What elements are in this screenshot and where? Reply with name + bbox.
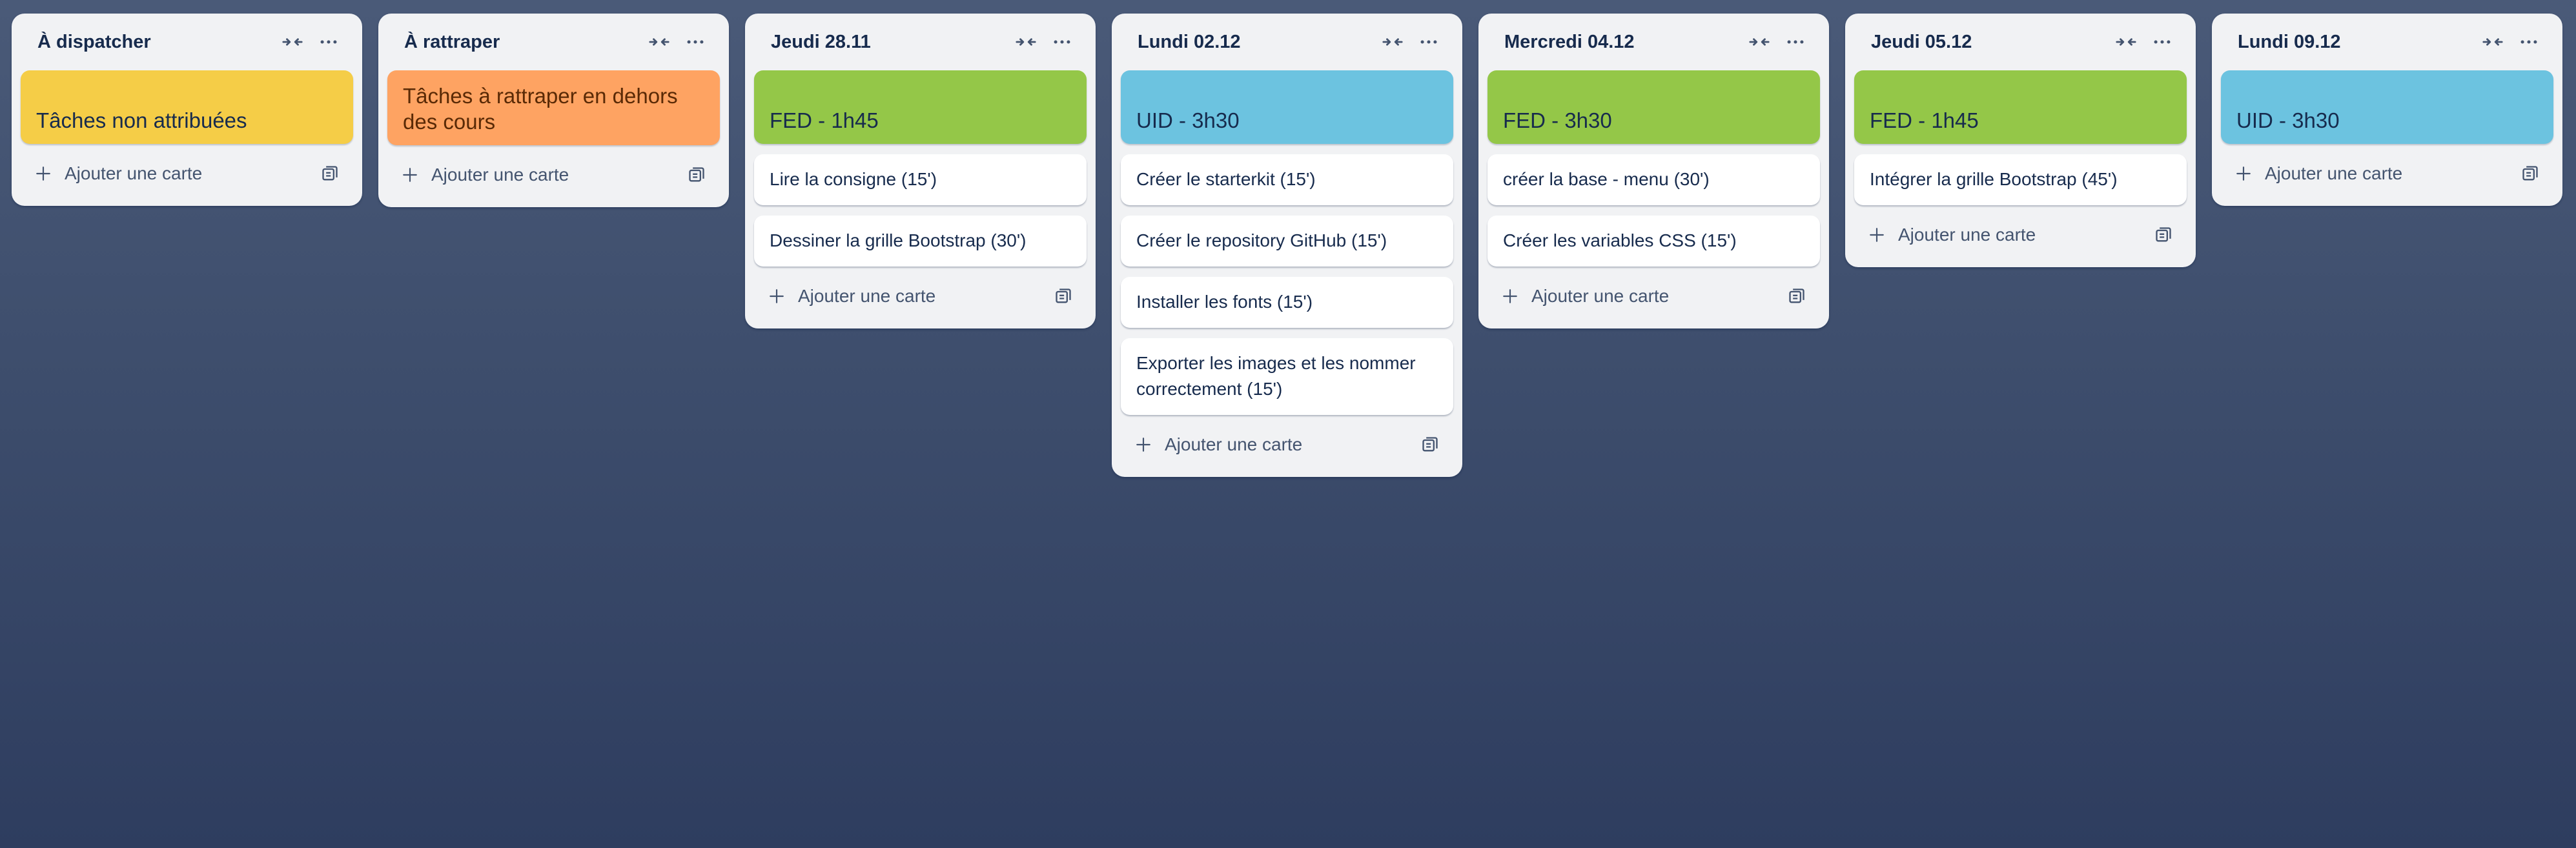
list-header[interactable]: Jeudi 05.12 (1854, 14, 2187, 70)
card-template-icon[interactable] (314, 158, 345, 189)
cover-card-title: FED - 1h45 (770, 108, 879, 132)
plus-icon (1500, 287, 1520, 306)
plus-icon (2234, 164, 2253, 183)
cover-card[interactable]: FED - 1h45 (754, 70, 1087, 144)
card-template-icon[interactable] (2515, 158, 2546, 189)
plus-icon (34, 164, 53, 183)
cover-card-title: UID - 3h30 (1136, 108, 1240, 132)
list-header[interactable]: Lundi 09.12 (2221, 14, 2553, 70)
add-card-label: Ajouter une carte (65, 163, 203, 183)
list-a-rattraper: À rattraper Tâches à rattraper en dehors… (378, 14, 729, 207)
plus-icon (1134, 435, 1153, 454)
card[interactable]: Créer le repository GitHub (15') (1121, 216, 1453, 267)
cover-card[interactable]: Tâches non attribuées (21, 70, 353, 144)
cover-card-title: Tâches à rattraper en dehors des cours (403, 84, 678, 134)
card[interactable]: créer la base - menu (30') (1487, 154, 1820, 205)
add-card-label: Ajouter une carte (1898, 225, 2036, 245)
list-jeudi-28-11: Jeudi 28.11 FED - 1h45 Lire la consigne … (745, 14, 1096, 328)
list-header[interactable]: À dispatcher (21, 14, 353, 70)
cover-card-title: FED - 3h30 (1503, 108, 1612, 132)
card-title: Créer les variables CSS (15') (1503, 230, 1737, 250)
more-options-icon[interactable] (2511, 24, 2547, 60)
more-options-icon[interactable] (311, 24, 347, 60)
collapse-list-icon[interactable] (274, 24, 311, 60)
add-card-label: Ajouter une carte (798, 286, 936, 306)
list-title[interactable]: Jeudi 28.11 (771, 32, 1008, 53)
card-template-icon[interactable] (1415, 429, 1446, 460)
card-title: Lire la consigne (15') (770, 169, 937, 189)
cover-card[interactable]: FED - 3h30 (1487, 70, 1820, 144)
add-card-button[interactable]: Ajouter une carte (1487, 277, 1820, 316)
list-title[interactable]: Mercredi 04.12 (1504, 32, 1741, 53)
add-card-label: Ajouter une carte (1165, 434, 1303, 454)
cover-card[interactable]: Tâches à rattraper en dehors des cours (387, 70, 720, 145)
list-mercredi-04-12: Mercredi 04.12 FED - 3h30 créer la base … (1478, 14, 1829, 328)
card[interactable]: Créer les variables CSS (15') (1487, 216, 1820, 267)
card-title: Exporter les images et les nommer correc… (1136, 353, 1416, 399)
list-jeudi-05-12: Jeudi 05.12 FED - 1h45 Intégrer la grill… (1845, 14, 2196, 267)
add-card-button[interactable]: Ajouter une carte (1121, 425, 1453, 464)
card[interactable]: Exporter les images et les nommer correc… (1121, 338, 1453, 415)
card-template-icon[interactable] (1781, 281, 1812, 312)
add-card-button[interactable]: Ajouter une carte (387, 156, 720, 194)
card-template-icon[interactable] (681, 159, 712, 190)
card[interactable]: Créer le starterkit (15') (1121, 154, 1453, 205)
card-title: Créer le starterkit (15') (1136, 169, 1316, 189)
cover-card[interactable]: UID - 3h30 (1121, 70, 1453, 144)
cover-card-title: Tâches non attribuées (36, 108, 247, 132)
more-options-icon[interactable] (677, 24, 713, 60)
card[interactable]: Lire la consigne (15') (754, 154, 1087, 205)
add-card-button[interactable]: Ajouter une carte (754, 277, 1087, 316)
list-lundi-09-12: Lundi 09.12 UID - 3h30 Ajouter une carte (2212, 14, 2562, 206)
board: À dispatcher Tâches non attribuées Ajout… (12, 14, 2562, 477)
card[interactable]: Dessiner la grille Bootstrap (30') (754, 216, 1087, 267)
add-card-button[interactable]: Ajouter une carte (1854, 216, 2187, 254)
more-options-icon[interactable] (2144, 24, 2180, 60)
list-title[interactable]: À rattraper (404, 32, 641, 53)
more-options-icon[interactable] (1411, 24, 1447, 60)
collapse-list-icon[interactable] (641, 24, 677, 60)
cover-card-title: UID - 3h30 (2236, 108, 2340, 132)
plus-icon (1867, 225, 1886, 245)
more-options-icon[interactable] (1044, 24, 1080, 60)
card-title: Installer les fonts (15') (1136, 292, 1313, 312)
cover-card-title: FED - 1h45 (1870, 108, 1979, 132)
add-card-label: Ajouter une carte (1531, 286, 1670, 306)
list-title[interactable]: Lundi 09.12 (2238, 32, 2475, 53)
collapse-list-icon[interactable] (2108, 24, 2144, 60)
more-options-icon[interactable] (1777, 24, 1814, 60)
collapse-list-icon[interactable] (1375, 24, 1411, 60)
add-card-button[interactable]: Ajouter une carte (2221, 154, 2553, 193)
list-title[interactable]: Lundi 02.12 (1138, 32, 1375, 53)
card-title: Créer le repository GitHub (15') (1136, 230, 1387, 250)
list-title[interactable]: À dispatcher (37, 32, 274, 53)
cover-card[interactable]: UID - 3h30 (2221, 70, 2553, 144)
card-title: Dessiner la grille Bootstrap (30') (770, 230, 1027, 250)
list-header[interactable]: À rattraper (387, 14, 720, 70)
cover-card[interactable]: FED - 1h45 (1854, 70, 2187, 144)
card-template-icon[interactable] (2148, 219, 2179, 250)
list-a-dispatcher: À dispatcher Tâches non attribuées Ajout… (12, 14, 362, 206)
card-title: créer la base - menu (30') (1503, 169, 1710, 189)
add-card-label: Ajouter une carte (2265, 163, 2403, 183)
collapse-list-icon[interactable] (1008, 24, 1044, 60)
plus-icon (400, 165, 420, 185)
collapse-list-icon[interactable] (1741, 24, 1777, 60)
plus-icon (767, 287, 786, 306)
list-title[interactable]: Jeudi 05.12 (1871, 32, 2108, 53)
card[interactable]: Intégrer la grille Bootstrap (45') (1854, 154, 2187, 205)
add-card-label: Ajouter une carte (431, 165, 569, 185)
card-title: Intégrer la grille Bootstrap (45') (1870, 169, 2118, 189)
card[interactable]: Installer les fonts (15') (1121, 277, 1453, 328)
list-header[interactable]: Lundi 02.12 (1121, 14, 1453, 70)
collapse-list-icon[interactable] (2475, 24, 2511, 60)
list-header[interactable]: Mercredi 04.12 (1487, 14, 1820, 70)
list-header[interactable]: Jeudi 28.11 (754, 14, 1087, 70)
card-template-icon[interactable] (1048, 281, 1079, 312)
list-lundi-02-12: Lundi 02.12 UID - 3h30 Créer le starterk… (1112, 14, 1462, 477)
add-card-button[interactable]: Ajouter une carte (21, 154, 353, 193)
